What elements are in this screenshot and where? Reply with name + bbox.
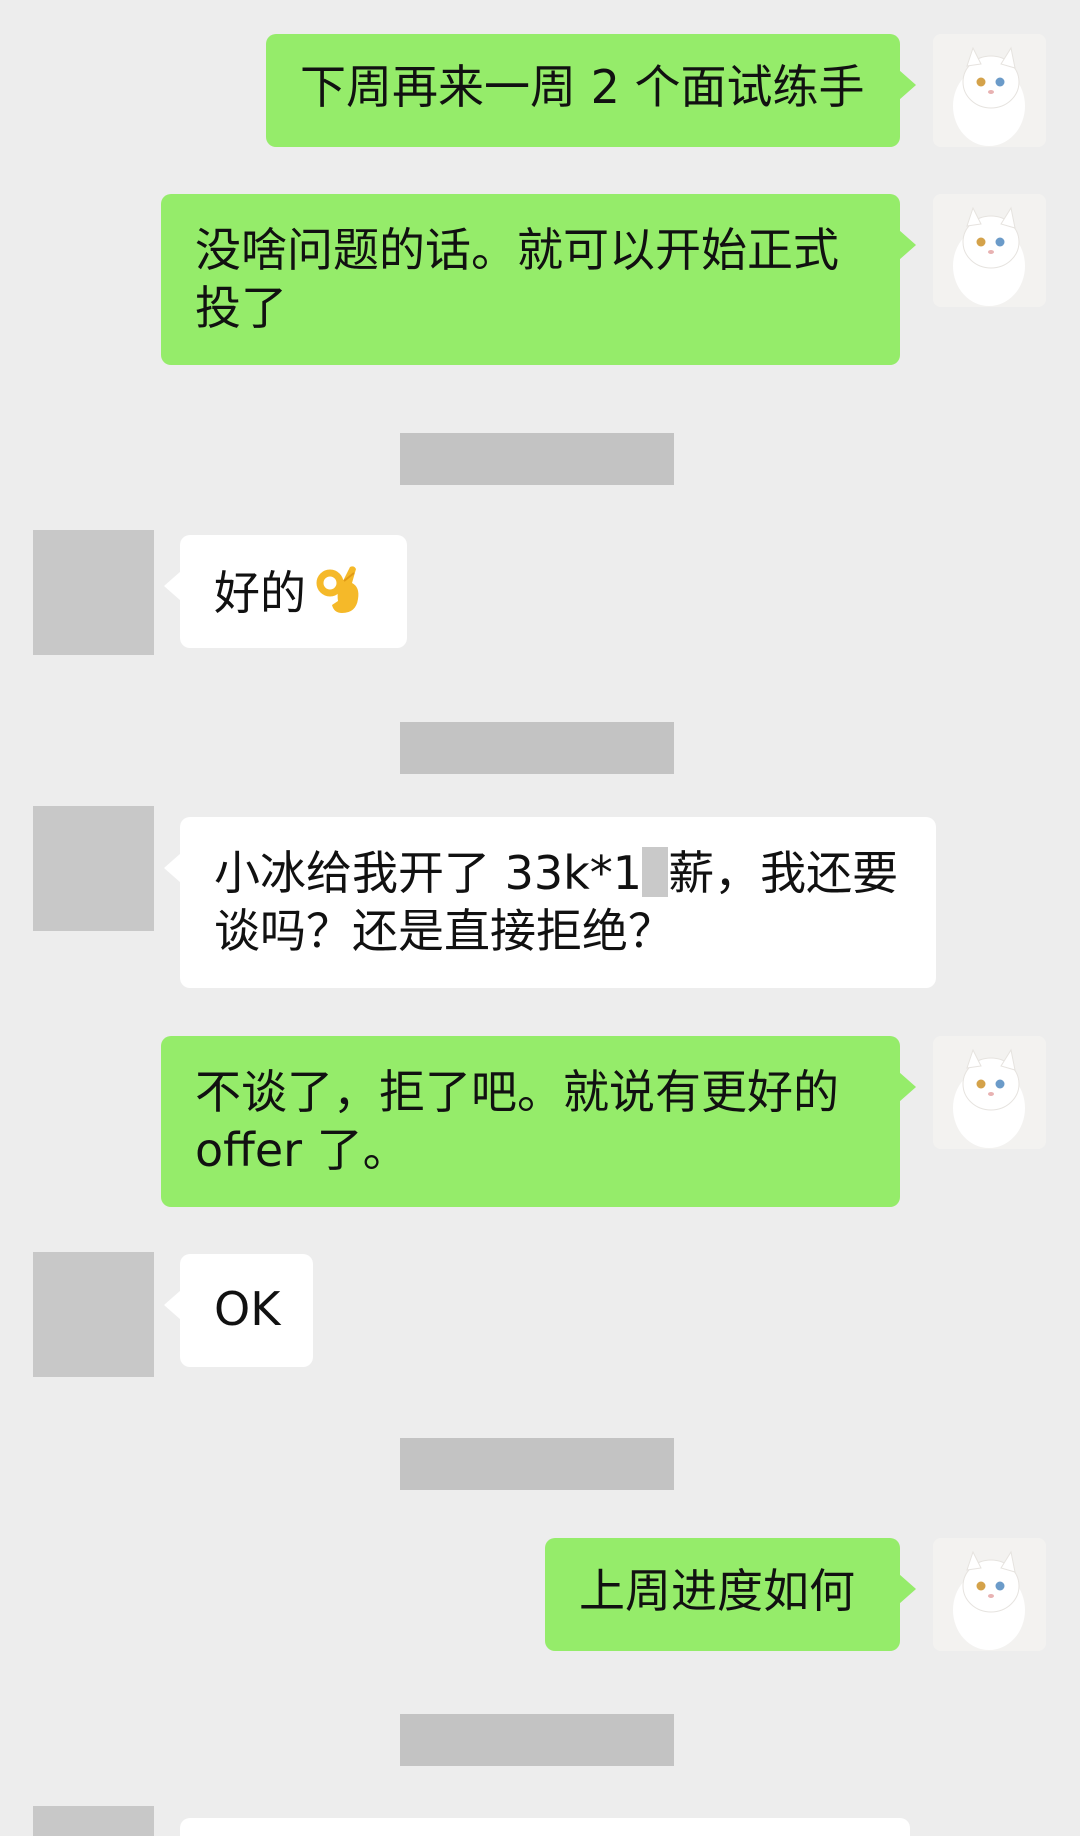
timestamp-redacted (400, 722, 674, 774)
bubble-tail (164, 1290, 181, 1320)
message-text-line2: 谈吗？还是直接拒绝？ (214, 904, 674, 958)
message-text: 下周再来一周 2 个面试练手 (300, 60, 865, 114)
message-bubble-other-partial[interactable] (180, 1818, 910, 1836)
white-cat-icon (933, 194, 1046, 307)
bubble-tail (164, 853, 181, 883)
bubble-tail (899, 1574, 916, 1604)
timestamp-redacted (400, 1438, 674, 1490)
bubble-tail (899, 230, 916, 260)
message-bubble-other[interactable]: 小冰给我开了 33k*1 薪，我还要 谈吗？还是直接拒绝？ (164, 817, 936, 988)
message-bubble-me[interactable]: 没啥问题的话。就可以开始正式 投了 (161, 194, 916, 365)
message-bubble-me[interactable]: 上周进度如何 (545, 1538, 916, 1651)
message-text: 没啥问题的话。就可以开始正式 投了 (195, 223, 839, 335)
message-text: OK (214, 1282, 281, 1336)
white-cat-icon (933, 34, 1046, 147)
bubble-tail (899, 1072, 916, 1102)
contact-avatar-redacted[interactable] (33, 1252, 154, 1377)
message-text: 上周进度如何 (579, 1564, 855, 1618)
bubble-tail (899, 70, 916, 100)
redacted-block (642, 847, 669, 897)
contact-avatar-redacted[interactable] (33, 530, 154, 655)
my-avatar[interactable] (933, 1036, 1046, 1149)
message-bubble-me[interactable]: 下周再来一周 2 个面试练手 (266, 34, 916, 147)
ok-hand-icon (314, 561, 364, 630)
message-text: 不谈了，拒了吧。就说有更好的 offer 了。 (195, 1065, 839, 1177)
contact-avatar-redacted[interactable] (33, 806, 154, 931)
bubble-tail (164, 571, 181, 601)
timestamp-redacted (400, 433, 674, 485)
message-text-part1: 小冰给我开了 33k*1 (214, 846, 643, 900)
my-avatar[interactable] (933, 194, 1046, 307)
timestamp-redacted (400, 1714, 674, 1766)
message-bubble-me[interactable]: 不谈了，拒了吧。就说有更好的 offer 了。 (161, 1036, 916, 1207)
my-avatar[interactable] (933, 34, 1046, 147)
message-bubble-other[interactable]: OK (164, 1254, 313, 1367)
message-text-part2: 薪，我还要 (668, 846, 899, 900)
white-cat-icon (933, 1538, 1046, 1651)
contact-avatar-redacted[interactable] (33, 1806, 154, 1836)
message-text: 好的 (214, 566, 306, 620)
white-cat-icon (933, 1036, 1046, 1149)
message-bubble-other[interactable]: 好的 (164, 535, 407, 648)
my-avatar[interactable] (933, 1538, 1046, 1651)
